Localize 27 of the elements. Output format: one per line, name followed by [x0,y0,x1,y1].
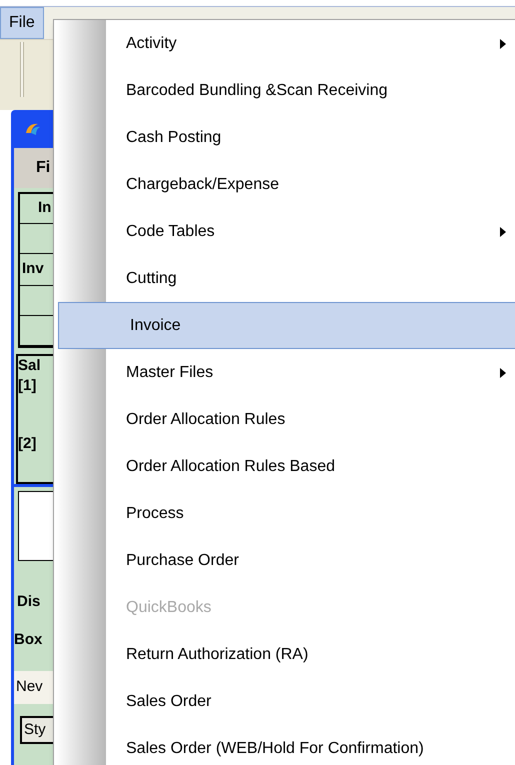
menu-item[interactable]: Barcoded Bundling &Scan Receiving [54,67,515,114]
row-label: [1] [18,376,38,396]
field-label: Inv [22,259,44,280]
menu-item[interactable]: Sales Order [54,678,515,725]
tab-strip: Nev [14,671,53,704]
menu-item[interactable]: Chargeback/Expense [54,161,515,208]
menu-item[interactable]: Cash Posting [54,114,515,161]
menu-item[interactable]: Return Authorization (RA) [54,631,515,678]
menu-item[interactable]: Activity [54,20,515,67]
toolbar-grip [20,42,24,97]
field-label: In [38,198,52,218]
menu-item[interactable]: Master Files [54,349,515,396]
menu-item[interactable]: Code Tables [54,208,515,255]
row-label: [2] [18,434,38,454]
window-tab[interactable]: Fi [14,148,53,188]
input-field[interactable]: Sty [20,716,53,744]
field-label: Dis [17,592,42,612]
field-label: Box [14,630,44,650]
menu-item[interactable]: Purchase Order [54,537,515,584]
file-menu[interactable]: File [0,7,44,39]
menu-item[interactable]: Process [54,490,515,537]
menu-item[interactable]: Invoice [58,302,515,349]
menu-item[interactable]: Order Allocation Rules Based [54,443,515,490]
menu-item[interactable]: Cutting [54,255,515,302]
menu-item[interactable]: Order Allocation Rules [54,396,515,443]
section-label: Sal [18,356,42,376]
menu-item[interactable]: Sales Order (WEB/Hold For Confirmation) [54,725,515,765]
